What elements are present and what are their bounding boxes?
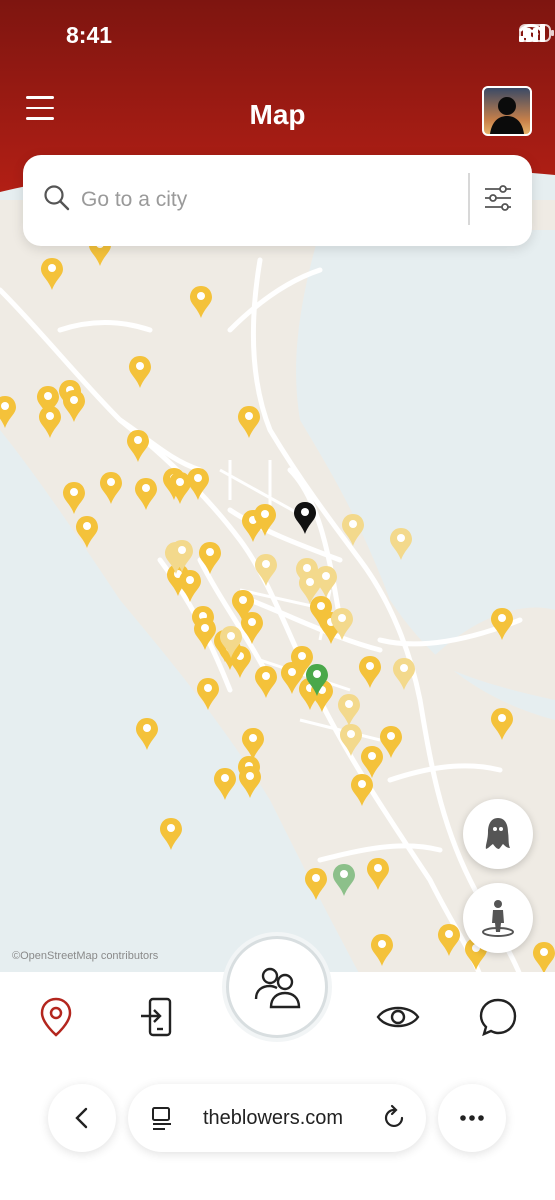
street-view-button[interactable] xyxy=(463,883,533,953)
browser-back-button[interactable] xyxy=(48,1084,116,1152)
more-dots-icon xyxy=(460,1115,484,1121)
avatar[interactable] xyxy=(482,86,532,136)
current-location-pin xyxy=(294,502,316,534)
ghost-icon xyxy=(485,818,510,849)
map-attribution: ©OpenStreetMap contributors xyxy=(12,950,159,962)
filter-sliders-icon[interactable] xyxy=(483,183,513,213)
page-menu-icon[interactable] xyxy=(150,1106,174,1132)
eye-icon xyxy=(376,1006,420,1028)
tab-people[interactable] xyxy=(226,936,328,1038)
battery-icon xyxy=(519,24,554,42)
url-text: theblowers.com xyxy=(203,1107,344,1129)
status-time: 8:41 xyxy=(66,22,113,48)
search-input[interactable] xyxy=(81,183,441,217)
page-title: Map xyxy=(249,99,306,130)
tab-chat[interactable] xyxy=(473,992,523,1042)
search-icon xyxy=(44,185,70,211)
browser-toolbar: theblowers.com xyxy=(0,1072,555,1200)
ghost-mode-button[interactable] xyxy=(463,799,533,869)
user-silhouette-icon xyxy=(490,97,524,134)
phone-login-icon xyxy=(141,997,172,1037)
browser-more-button[interactable] xyxy=(438,1084,506,1152)
tab-watch[interactable] xyxy=(373,992,423,1042)
people-icon xyxy=(254,967,301,1009)
map-pin-icon xyxy=(40,997,72,1037)
search-bar xyxy=(23,155,532,246)
chat-bubble-icon xyxy=(479,998,517,1037)
tab-checkin[interactable] xyxy=(132,992,182,1042)
chevron-left-icon xyxy=(75,1107,88,1129)
search-divider xyxy=(468,173,470,225)
person-location-icon xyxy=(482,900,514,937)
tab-map[interactable] xyxy=(31,992,81,1042)
reload-icon[interactable] xyxy=(380,1104,408,1132)
address-bar[interactable]: theblowers.com xyxy=(128,1084,426,1152)
yellow-pins xyxy=(0,234,555,974)
